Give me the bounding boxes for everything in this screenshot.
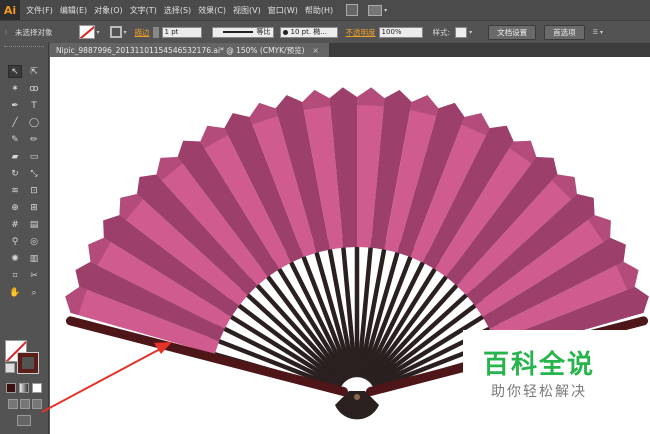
arrow-line	[41, 347, 163, 413]
annotation-arrow	[41, 342, 172, 413]
arrow-head	[154, 342, 172, 354]
